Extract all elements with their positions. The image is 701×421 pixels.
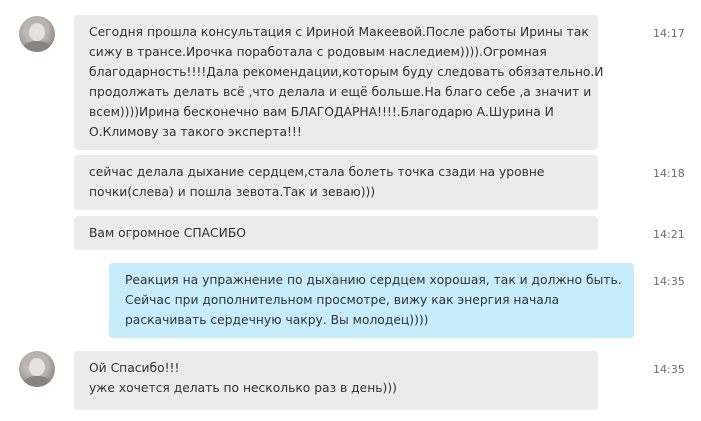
message-text-line: сижу в трансе.Ирочка поработала с родовы… xyxy=(89,45,547,59)
avatar-face xyxy=(29,358,45,376)
message-text-line: благодарность!!!!Дала рекомендации,котор… xyxy=(89,65,604,79)
message-text-line: почки(слева) и пошла зевота.Так и зеваю)… xyxy=(89,185,376,199)
incoming-message-bubble[interactable]: Вам огромное СПАСИБО xyxy=(74,216,598,250)
message-text-line: О.Климову за такого эксперта!!! xyxy=(89,125,302,139)
outgoing-message-bubble[interactable]: Реакция на упражнение по дыханию сердцем… xyxy=(109,263,634,338)
message-text-line: продолжать делать всё ,что делала и ещё … xyxy=(89,85,592,99)
message-timestamp: 14:21 xyxy=(653,228,685,241)
message-timestamp: 14:35 xyxy=(653,275,685,288)
message-timestamp: 14:35 xyxy=(653,363,685,376)
message-text-line: Вам огромное СПАСИБО xyxy=(89,226,246,240)
contact-avatar[interactable] xyxy=(19,16,55,52)
avatar-face xyxy=(29,23,45,41)
incoming-message-bubble[interactable]: Ой Спасибо!!! уже хочется делать по неск… xyxy=(74,351,598,410)
message-text-line: раскачивать сердечную чакру. Вы молодец)… xyxy=(125,313,429,327)
message-text-line: Реакция на упражнение по дыханию сердцем… xyxy=(125,273,622,287)
message-timestamp: 14:18 xyxy=(653,167,685,180)
avatar-body xyxy=(23,41,51,52)
message-text-line: Сегодня прошла консультация с Ириной Мак… xyxy=(89,25,589,39)
message-text-line: Ой Спасибо!!! xyxy=(89,361,180,375)
message-timestamp: 14:17 xyxy=(653,27,685,40)
contact-avatar[interactable] xyxy=(19,351,55,387)
incoming-message-bubble[interactable]: Сегодня прошла консультация с Ириной Мак… xyxy=(74,15,604,150)
message-text-line: Сейчас при дополнительном просмотре, виж… xyxy=(125,293,560,307)
message-text-line: уже хочется делать по несколько раз в де… xyxy=(89,381,397,395)
message-text-line: сейчас делала дыхание сердцем,стала боле… xyxy=(89,165,545,179)
incoming-message-bubble[interactable]: сейчас делала дыхание сердцем,стала боле… xyxy=(74,155,598,210)
message-text-line: всем))))Ирина бесконечно вам БЛАГОДАРНА!… xyxy=(89,105,554,119)
avatar-body xyxy=(23,376,51,387)
